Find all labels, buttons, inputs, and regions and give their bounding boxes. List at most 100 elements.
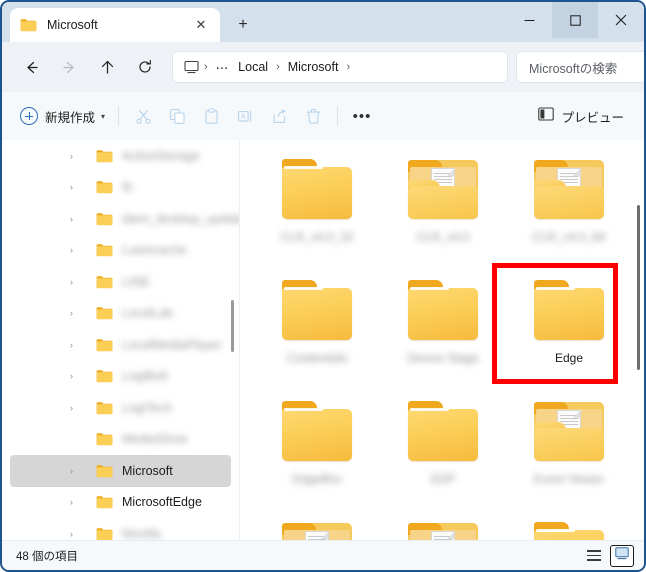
sidebar-item-redacted-4[interactable]: › LINE (10, 266, 231, 298)
breadcrumb[interactable]: › ⋯ Local › Microsoft › (172, 51, 508, 83)
delete-icon[interactable] (296, 100, 330, 132)
sidebar-item-redacted-2[interactable]: › ident_desktop_update (10, 203, 239, 235)
folder-icon (96, 338, 113, 352)
navigation-pane: › ActiveStorage › Ib › ident_desktop_update › L… (2, 140, 240, 540)
file-grid-item[interactable]: FORMS (506, 513, 632, 540)
preview-button-label: プレビュー (561, 110, 624, 125)
file-grid-item[interactable]: F12 (254, 513, 380, 540)
chevron-right-icon[interactable]: › (70, 151, 73, 161)
file-grid-item-label: CLR_v4.0 (416, 230, 470, 244)
sidebar-item-microsoft[interactable]: › Microsoft (10, 455, 231, 487)
file-grid-item-label: CLR_v4.0_32 (280, 230, 354, 244)
chevron-right-icon[interactable]: › (70, 529, 73, 539)
svg-text:A: A (240, 113, 245, 120)
forward-button[interactable] (52, 50, 86, 84)
back-button[interactable] (14, 50, 48, 84)
breadcrumb-overflow[interactable]: ⋯ (211, 57, 234, 78)
sidebar-item-label: ActiveStorage (122, 148, 200, 163)
folder-icon (281, 158, 353, 220)
sidebar-item-redacted-6[interactable]: › LocalMediaPlayer (10, 329, 231, 361)
chevron-down-icon[interactable]: ▾ (101, 112, 105, 121)
file-list-scrollbar[interactable] (637, 205, 640, 370)
sidebar-item-redacted-3[interactable]: › Loamcache (10, 235, 231, 267)
folder-icon (96, 180, 113, 194)
chevron-right-icon[interactable]: › (70, 182, 73, 192)
sidebar-item-redacted-5[interactable]: › LocalLab (10, 298, 231, 330)
tab-strip: Microsoft ✕ + (2, 2, 258, 42)
preview-button[interactable]: プレビュー (532, 100, 630, 132)
file-grid-item[interactable]: CLR_v4.0_64 (506, 150, 632, 271)
list-view-toggle[interactable] (582, 545, 606, 567)
minimize-button[interactable] (506, 2, 552, 38)
sidebar-item-label: MicrosoftEdge (122, 495, 202, 510)
breadcrumb-separator: › (276, 61, 280, 73)
chevron-right-icon[interactable]: › (70, 497, 73, 507)
sidebar-item-label: LocalLab (122, 306, 173, 321)
breadcrumb-item-microsoft[interactable]: Microsoft (283, 57, 344, 77)
status-bar: 48 個の項目 (2, 540, 644, 570)
new-button-label: 新規作成 (45, 110, 96, 125)
sidebar-item-microsoftedge[interactable]: › MicrosoftEdge (10, 487, 231, 519)
folder-with-document-icon (407, 158, 479, 220)
file-grid-item[interactable]: EdgeBho (254, 392, 380, 513)
chevron-right-icon[interactable]: › (70, 277, 73, 287)
copy-icon[interactable] (160, 100, 194, 132)
chevron-right-icon[interactable]: › (70, 466, 73, 476)
search-placeholder: Microsoftの検索 (529, 61, 618, 76)
sidebar-item-redacted-7[interactable]: › LogiBolt (10, 361, 231, 393)
search-input[interactable]: Microsoftの検索 (516, 51, 644, 83)
file-grid-item[interactable]: Feeds (380, 513, 506, 540)
chevron-right-icon[interactable]: › (70, 403, 73, 413)
folder-with-document-icon (533, 400, 605, 462)
more-options-button[interactable]: ••• (345, 100, 379, 132)
file-grid-item[interactable]: EDP (380, 392, 506, 513)
paste-icon[interactable] (194, 100, 228, 132)
close-icon[interactable]: ✕ (190, 14, 212, 36)
sidebar-item-redacted-0[interactable]: › ActiveStorage (10, 140, 231, 172)
explorer-body: › ActiveStorage › Ib › ident_desktop_update › L… (2, 140, 644, 540)
chevron-right-icon[interactable]: › (70, 214, 73, 224)
file-grid-item[interactable]: Device Stage (380, 271, 506, 392)
tab-microsoft[interactable]: Microsoft ✕ (10, 8, 220, 42)
close-button[interactable] (598, 2, 644, 38)
file-grid-item[interactable]: Event Viewer (506, 392, 632, 513)
breadcrumb-separator: › (204, 61, 208, 73)
file-grid-item[interactable]: CLR_v4.0_32 (254, 150, 380, 271)
icons-view-toggle[interactable] (610, 544, 634, 567)
sidebar-item-label: Mozilla (122, 526, 161, 540)
sidebar-item-redacted-12[interactable]: › Mozilla (10, 518, 231, 540)
sidebar-item-redacted-8[interactable]: › LogiTech (10, 392, 231, 424)
tab-label: Microsoft (47, 18, 98, 32)
rename-icon[interactable]: A (228, 100, 262, 132)
file-grid-item[interactable]: CLR_v4.0 (380, 150, 506, 271)
folder-icon (96, 401, 113, 415)
view-toggle-group (578, 544, 634, 567)
file-grid-item[interactable]: Credentials (254, 271, 380, 392)
chevron-right-icon[interactable]: › (70, 308, 73, 318)
folder-icon (533, 279, 605, 341)
sidebar-item-redacted-9[interactable]: MediaShow (10, 424, 231, 456)
folder-icon (96, 275, 113, 289)
breadcrumb-separator[interactable]: › (343, 61, 353, 73)
new-button[interactable]: 新規作成 ▾ (16, 100, 111, 132)
sidebar-item-label: Loamcache (122, 243, 187, 258)
folder-icon (96, 432, 113, 446)
share-icon[interactable] (262, 100, 296, 132)
sidebar-item-label: LogiTech (122, 400, 173, 415)
new-tab-button[interactable]: + (228, 10, 258, 40)
sidebar-item-redacted-1[interactable]: › Ib (10, 172, 231, 204)
chevron-right-icon[interactable]: › (70, 245, 73, 255)
up-button[interactable] (90, 50, 124, 84)
this-pc-icon[interactable] (181, 58, 201, 76)
maximize-button[interactable] (552, 2, 598, 38)
sidebar-scrollbar[interactable] (231, 300, 234, 352)
list-view-icon (587, 550, 601, 561)
file-grid-item-label: Credentials (286, 351, 348, 365)
file-grid-item[interactable]: Edge (506, 271, 632, 392)
cut-icon[interactable] (126, 100, 160, 132)
refresh-button[interactable] (128, 50, 162, 84)
chevron-right-icon[interactable]: › (70, 340, 73, 350)
breadcrumb-item-local[interactable]: Local (233, 57, 273, 77)
toolbar-divider (118, 106, 120, 126)
chevron-right-icon[interactable]: › (70, 371, 73, 381)
